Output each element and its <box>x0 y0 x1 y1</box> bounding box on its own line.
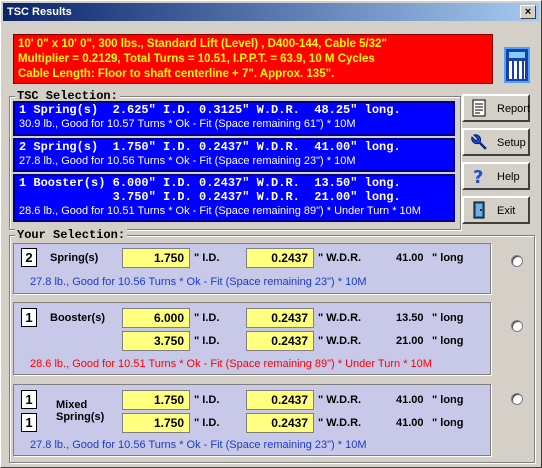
long-unit-label: " long <box>432 252 464 264</box>
spring-type-label: Spring(s) <box>50 252 99 264</box>
long-unit-label: " long <box>432 394 464 406</box>
report-icon <box>470 99 488 117</box>
summary-line-3: Cable Length: Floor to shaft centerline … <box>18 68 335 80</box>
tsc-results-window: TSC Results × 10' 0" x 10' 0", 300 lbs.,… <box>0 0 542 468</box>
mixed-radio[interactable] <box>511 393 523 405</box>
id-unit-label: " I.D. <box>194 335 220 347</box>
help-button[interactable]: ? Help <box>462 162 530 190</box>
booster-wdr-input-1[interactable]: 0.2437 <box>246 308 314 328</box>
id-unit-label: " I.D. <box>194 394 220 406</box>
booster-length-value-1: 13.50 <box>396 312 424 324</box>
option-spec-line: 1 Booster(s) 6.000" I.D. 0.2437" W.D.R. … <box>19 176 401 190</box>
booster-wdr-input-2[interactable]: 0.2437 <box>246 331 314 351</box>
tsc-option-3[interactable]: 1 Booster(s) 6.000" I.D. 0.2437" W.D.R. … <box>13 174 455 222</box>
spring-result-text: 27.8 lb., Good for 10.56 Turns * Ok - Fi… <box>30 276 367 288</box>
booster-count-input[interactable]: 1 <box>21 308 37 327</box>
exit-button[interactable]: Exit <box>462 196 530 224</box>
option-spec-line: 3.750" I.D. 0.2437" W.D.R. 21.00" long. <box>19 190 401 204</box>
option-result-line: 28.6 lb., Good for 10.51 Turns * Ok - Fi… <box>19 205 421 217</box>
tsc-option-1[interactable]: 1 Spring(s) 2.625" I.D. 0.3125" W.D.R. 4… <box>13 101 455 136</box>
id-unit-label: " I.D. <box>194 417 220 429</box>
mixed-length-value-2: 41.00 <box>396 417 424 429</box>
long-unit-label: " long <box>432 312 464 324</box>
booster-radio[interactable] <box>511 320 523 332</box>
wdr-unit-label: " W.D.R. <box>318 312 362 324</box>
id-unit-label: " I.D. <box>194 312 220 324</box>
mixed-type-label-2: Spring(s) <box>56 411 105 423</box>
mixed-id-input-2[interactable]: 1.750 <box>122 413 190 433</box>
wdr-unit-label: " W.D.R. <box>318 394 362 406</box>
setup-button[interactable]: Setup <box>462 128 530 156</box>
mixed-count-input-1[interactable]: 1 <box>21 390 37 409</box>
exit-door-icon <box>470 201 488 219</box>
svg-text:?: ? <box>473 167 483 185</box>
mixed-result-text: 27.8 lb., Good for 10.56 Turns * Ok - Fi… <box>30 439 367 451</box>
calculator-icon[interactable] <box>504 47 530 83</box>
wdr-unit-label: " W.D.R. <box>318 335 362 347</box>
option-result-line: 27.8 lb., Good for 10.56 Turns * Ok - Fi… <box>19 155 356 167</box>
close-button[interactable]: × <box>520 5 536 19</box>
job-summary-banner: 10' 0" x 10' 0", 300 lbs., Standard Lift… <box>13 34 493 84</box>
spring-count-input[interactable]: 2 <box>21 248 37 267</box>
mixed-wdr-input-1[interactable]: 0.2437 <box>246 390 314 410</box>
help-label: Help <box>497 171 520 183</box>
wrench-icon <box>470 133 488 151</box>
long-unit-label: " long <box>432 417 464 429</box>
mixed-type-label-1: Mixed <box>56 399 88 411</box>
booster-panel: 1 Booster(s) 6.000 " I.D. 0.2437 " W.D.R… <box>13 302 491 375</box>
spring-id-input[interactable]: 1.750 <box>122 248 190 268</box>
mixed-id-input-1[interactable]: 1.750 <box>122 390 190 410</box>
option-result-line: 30.9 lb., Good for 10.57 Turns * Ok - Fi… <box>19 118 356 130</box>
booster-id-input-1[interactable]: 6.000 <box>122 308 190 328</box>
exit-label: Exit <box>497 205 516 217</box>
booster-result-text: 28.6 lb., Good for 10.51 Turns * Ok - Fi… <box>30 358 432 370</box>
title-bar[interactable]: TSC Results × <box>3 3 539 21</box>
tsc-option-2[interactable]: 2 Spring(s) 1.750" I.D. 0.2437" W.D.R. 4… <box>13 138 455 172</box>
report-label: Report <box>497 103 531 115</box>
mixed-panel: 1 1 Mixed Spring(s) 1.750 " I.D. 0.2437 … <box>13 384 491 456</box>
help-icon: ? <box>470 167 488 185</box>
wdr-unit-label: " W.D.R. <box>318 417 362 429</box>
mixed-count-input-2[interactable]: 1 <box>21 413 37 432</box>
id-unit-label: " I.D. <box>194 252 220 264</box>
summary-line-1: 10' 0" x 10' 0", 300 lbs., Standard Lift… <box>18 38 387 50</box>
mixed-wdr-input-2[interactable]: 0.2437 <box>246 413 314 433</box>
booster-length-value-2: 21.00 <box>396 335 424 347</box>
booster-id-input-2[interactable]: 3.750 <box>122 331 190 351</box>
report-button[interactable]: Report <box>462 94 530 122</box>
setup-label: Setup <box>497 137 526 149</box>
window-title: TSC Results <box>7 6 72 18</box>
option-spec-line: 1 Spring(s) 2.625" I.D. 0.3125" W.D.R. 4… <box>19 103 401 117</box>
spring-panel: 2 Spring(s) 1.750 " I.D. 0.2437 " W.D.R.… <box>13 243 491 294</box>
booster-type-label: Booster(s) <box>50 312 106 324</box>
long-unit-label: " long <box>432 335 464 347</box>
spring-wdr-input[interactable]: 0.2437 <box>246 248 314 268</box>
your-selection-legend: Your Selection: <box>15 228 128 242</box>
spring-length-value: 41.00 <box>396 252 424 264</box>
option-spec-line: 2 Spring(s) 1.750" I.D. 0.2437" W.D.R. 4… <box>19 140 401 154</box>
spring-radio[interactable] <box>511 255 523 267</box>
mixed-length-value-1: 41.00 <box>396 394 424 406</box>
summary-line-2: Multiplier = 0.2129, Total Turns = 10.51… <box>18 53 375 65</box>
wdr-unit-label: " W.D.R. <box>318 252 362 264</box>
